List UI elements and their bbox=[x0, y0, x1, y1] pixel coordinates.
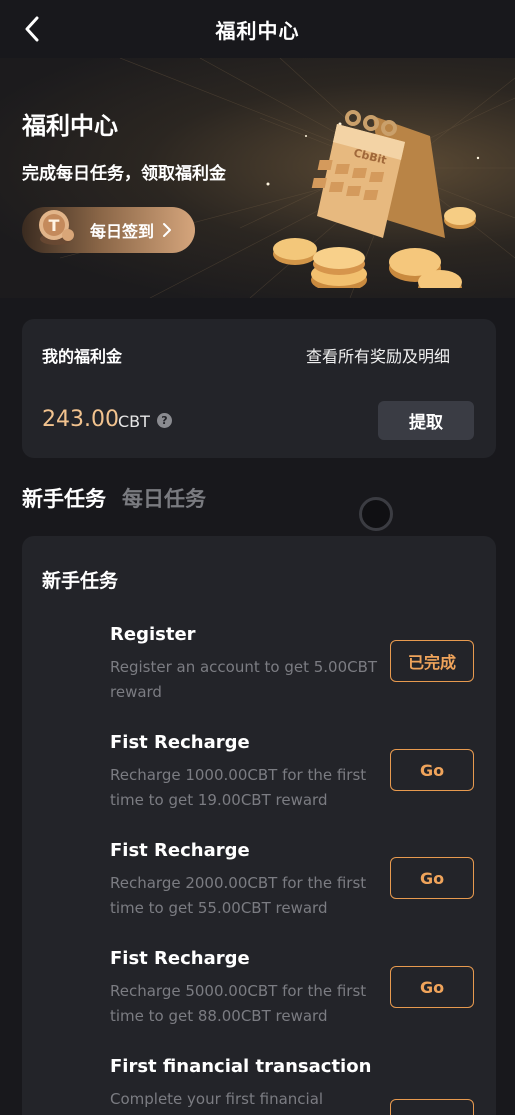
task-go-button[interactable]: Go bbox=[390, 966, 474, 1008]
balance-amount: 243.00 bbox=[42, 407, 119, 432]
question-icon[interactable]: ? bbox=[157, 413, 172, 428]
task-go-button[interactable]: Go bbox=[390, 749, 474, 791]
loading-indicator bbox=[359, 497, 393, 531]
back-button[interactable] bbox=[18, 15, 46, 43]
newbie-task-card: 新手任务 Register Register an account to get… bbox=[22, 536, 496, 1115]
task-description: Recharge 5000.00CBT for the first time t… bbox=[110, 982, 367, 1025]
task-go-button[interactable] bbox=[390, 1099, 474, 1115]
page-title: 福利中心 bbox=[215, 18, 300, 43]
daily-checkin-button[interactable]: T 每日签到 bbox=[22, 207, 195, 253]
chevron-right-icon bbox=[163, 223, 172, 237]
hero-subtitle: 完成每日任务，领取福利金 bbox=[22, 164, 226, 184]
balance-unit: CBT bbox=[118, 412, 150, 431]
task-name: First financial transaction bbox=[110, 1056, 372, 1077]
tab-newbie-tasks[interactable]: 新手任务 bbox=[22, 483, 106, 513]
task-description: Register an account to get 5.00CBT rewar… bbox=[110, 658, 378, 701]
task-description: Recharge 2000.00CBT for the first time t… bbox=[110, 874, 367, 917]
task-go-button[interactable]: Go bbox=[390, 857, 474, 899]
daily-checkin-label: 每日签到 bbox=[90, 222, 155, 241]
hero-title: 福利中心 bbox=[22, 112, 118, 140]
tab-daily-tasks[interactable]: 每日任务 bbox=[122, 483, 206, 513]
welfare-balance-card: 我的福利金 查看所有奖励及明细 243.00 CBT ? 提取 bbox=[22, 319, 496, 458]
task-description: Complete your first financial bbox=[110, 1090, 324, 1108]
svg-text:T: T bbox=[49, 216, 60, 235]
chevron-left-icon bbox=[25, 16, 39, 42]
withdraw-button[interactable]: 提取 bbox=[378, 401, 474, 440]
coin-icon: T bbox=[34, 205, 78, 249]
top-bar: 福利中心 bbox=[0, 0, 515, 58]
hero-banner: 福利中心 完成每日任务，领取福利金 T 每日签到 CbBit bbox=[0, 58, 515, 298]
task-completed-button[interactable]: 已完成 bbox=[390, 640, 474, 682]
view-rewards-link[interactable]: 查看所有奖励及明细 bbox=[306, 343, 450, 367]
calendar-coins-illustration: CbBit bbox=[273, 110, 476, 288]
balance-label: 我的福利金 bbox=[42, 347, 123, 366]
task-section-title: 新手任务 bbox=[42, 570, 119, 592]
task-description: Recharge 1000.00CBT for the first time t… bbox=[110, 766, 367, 809]
task-tabs: 新手任务 每日任务 bbox=[22, 483, 206, 513]
